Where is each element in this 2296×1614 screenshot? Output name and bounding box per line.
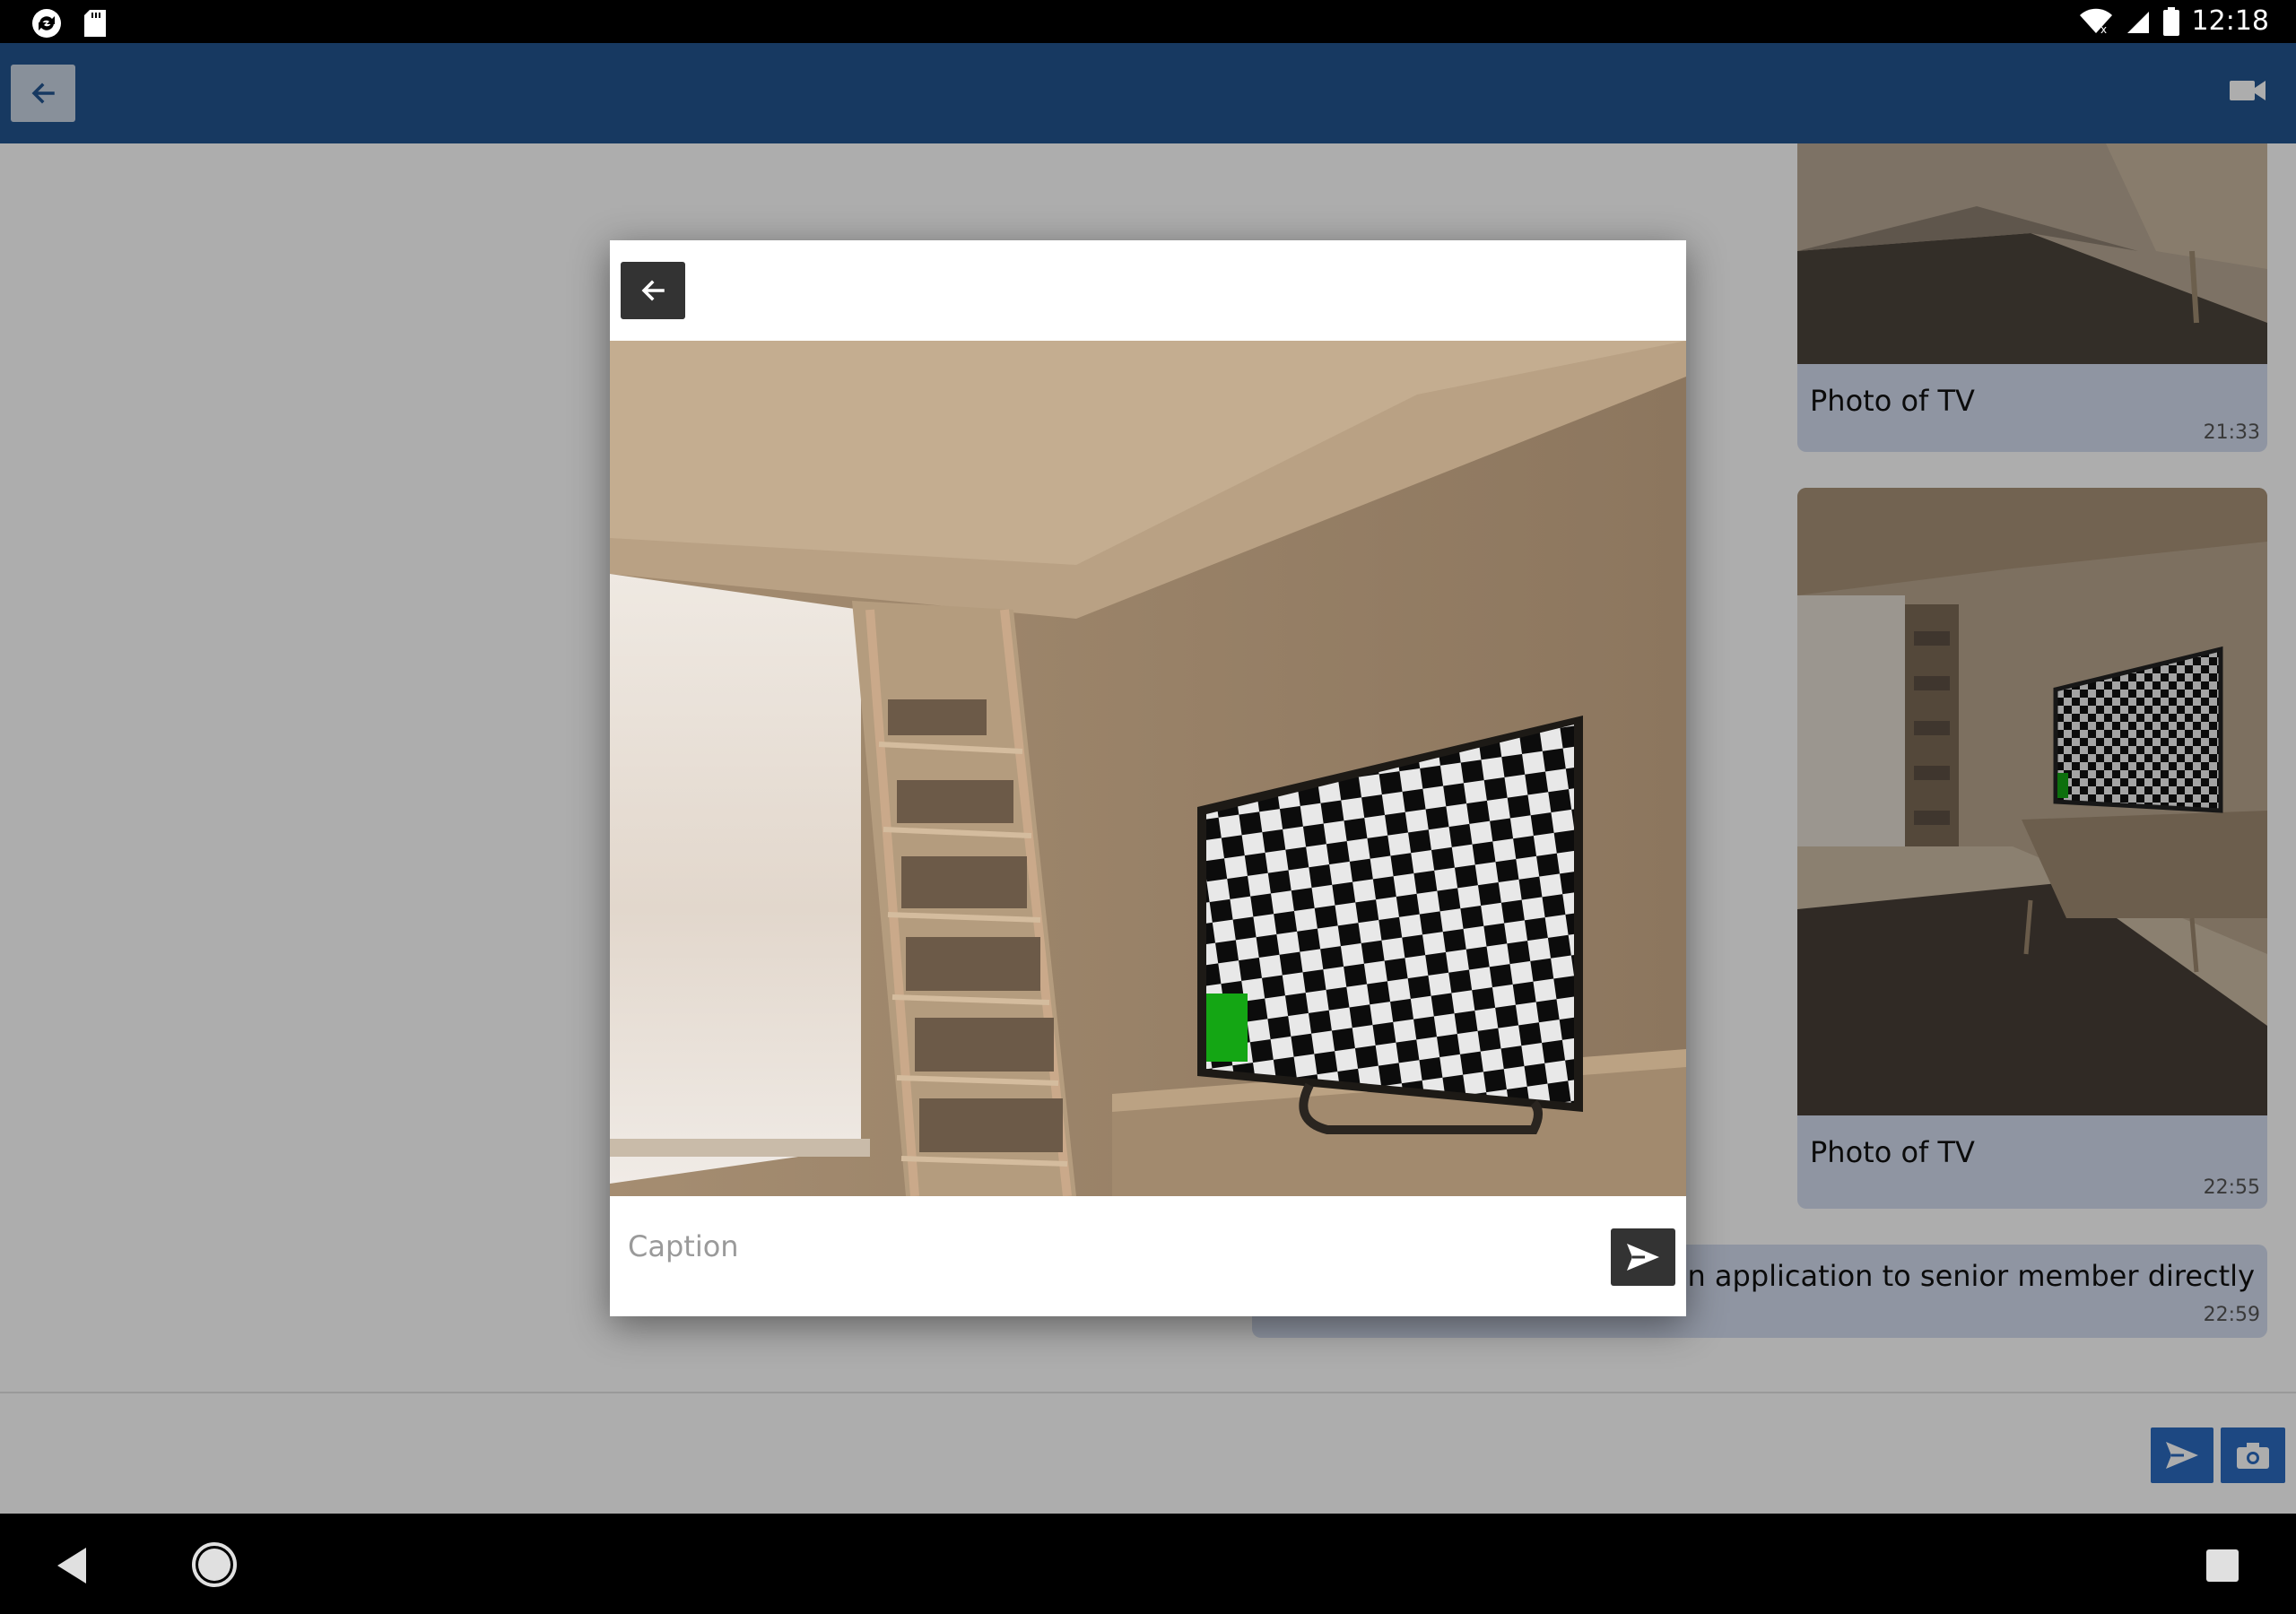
- cell-signal-icon: [2126, 11, 2149, 33]
- system-nav-bar: [0, 1514, 2296, 1614]
- photo-caption-dialog: [610, 240, 1686, 1316]
- photo-preview: [610, 341, 1686, 1196]
- sd-card-icon: [84, 10, 106, 37]
- battery-icon: [2162, 6, 2179, 36]
- sync-app-icon: [32, 9, 61, 38]
- nav-back-icon[interactable]: [54, 1546, 90, 1585]
- status-bar: x 12:18: [0, 0, 2296, 43]
- svg-text:x: x: [2100, 23, 2107, 35]
- dialog-back-button[interactable]: [621, 262, 685, 319]
- dialog-send-button[interactable]: [1611, 1228, 1675, 1286]
- clock: 12:18: [2191, 5, 2269, 37]
- caption-input[interactable]: [628, 1219, 1525, 1273]
- nav-home-icon[interactable]: [190, 1540, 239, 1589]
- nav-recents-icon[interactable]: [2206, 1549, 2239, 1582]
- wifi-icon: x: [2079, 8, 2112, 35]
- arrow-left-icon: [641, 280, 665, 301]
- send-icon: [1627, 1244, 1659, 1271]
